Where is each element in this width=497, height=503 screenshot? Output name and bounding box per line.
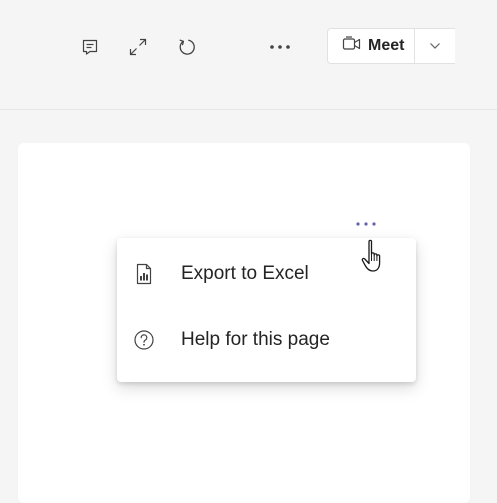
video-camera-icon — [342, 35, 362, 58]
context-menu: Export to Excel Help for this page — [117, 238, 416, 382]
menu-item-label: Help for this page — [181, 329, 330, 350]
chat-icon[interactable] — [73, 30, 107, 64]
chevron-down-icon — [429, 37, 441, 55]
meet-button[interactable]: Meet — [328, 29, 416, 63]
help-circle-icon — [133, 329, 155, 351]
meet-dropdown[interactable] — [415, 29, 455, 63]
excel-report-icon — [133, 263, 155, 285]
expand-icon[interactable] — [121, 30, 155, 64]
menu-item-help-for-this-page[interactable]: Help for this page — [117, 314, 416, 366]
menu-item-export-to-excel[interactable]: Export to Excel — [117, 248, 416, 300]
card-more-button[interactable] — [350, 212, 382, 234]
app-header: Meet — [0, 0, 497, 110]
meet-label: Meet — [368, 37, 405, 54]
menu-item-label: Export to Excel — [181, 263, 309, 284]
meet-button-group: Meet — [327, 28, 456, 64]
ellipsis-icon — [355, 214, 377, 232]
refresh-icon[interactable] — [170, 30, 204, 64]
more-options-icon[interactable] — [263, 30, 297, 64]
